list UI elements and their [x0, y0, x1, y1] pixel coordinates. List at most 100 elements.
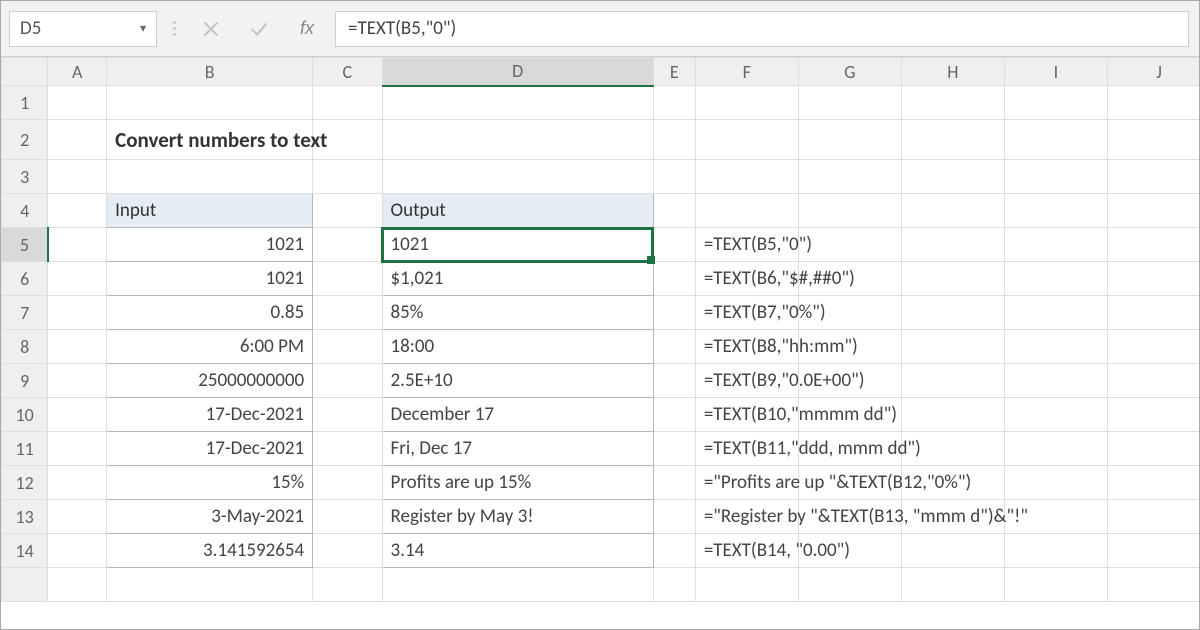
- cell[interactable]: [48, 86, 107, 120]
- cell[interactable]: 6:00 PM: [107, 330, 313, 364]
- col-header[interactable]: G: [798, 58, 901, 86]
- cell[interactable]: [1107, 568, 1199, 602]
- row-header[interactable]: 9: [2, 364, 48, 398]
- name-box[interactable]: D5 ▾: [9, 11, 157, 47]
- cell[interactable]: 2.5E+10: [382, 364, 653, 398]
- cell[interactable]: =TEXT(B9,"0.0E+00"): [695, 364, 798, 398]
- cell[interactable]: [653, 160, 695, 194]
- cell[interactable]: [313, 568, 382, 602]
- cell[interactable]: [382, 160, 653, 194]
- cell[interactable]: =TEXT(B14, "0.00"): [695, 534, 798, 568]
- cell[interactable]: [901, 194, 1004, 228]
- cell[interactable]: [48, 432, 107, 466]
- cell[interactable]: [901, 568, 1004, 602]
- cell[interactable]: 15%: [107, 466, 313, 500]
- row-header[interactable]: 6: [2, 262, 48, 296]
- cell[interactable]: [313, 160, 382, 194]
- cell[interactable]: Convert numbers to text: [107, 120, 313, 160]
- cell[interactable]: 1021: [107, 262, 313, 296]
- cell[interactable]: [1107, 120, 1199, 160]
- cell[interactable]: 25000000000: [107, 364, 313, 398]
- col-header[interactable]: F: [695, 58, 798, 86]
- cell[interactable]: [313, 296, 382, 330]
- cell[interactable]: [107, 86, 313, 120]
- cell[interactable]: 17-Dec-2021: [107, 398, 313, 432]
- cell[interactable]: [653, 398, 695, 432]
- cell[interactable]: 3.14: [382, 534, 653, 568]
- cell[interactable]: Fri, Dec 17: [382, 432, 653, 466]
- cell[interactable]: [653, 534, 695, 568]
- cell[interactable]: [48, 534, 107, 568]
- cell[interactable]: 18:00: [382, 330, 653, 364]
- cell[interactable]: [107, 568, 313, 602]
- cell[interactable]: [653, 330, 695, 364]
- cell[interactable]: [1107, 160, 1199, 194]
- row-header[interactable]: [2, 568, 48, 602]
- row-header[interactable]: 8: [2, 330, 48, 364]
- cell[interactable]: [1004, 568, 1107, 602]
- cell[interactable]: [653, 364, 695, 398]
- cell[interactable]: [313, 534, 382, 568]
- formula-input[interactable]: =TEXT(B5,"0"): [335, 11, 1189, 47]
- cell[interactable]: [313, 86, 382, 120]
- cell[interactable]: [798, 194, 901, 228]
- cell[interactable]: [313, 466, 382, 500]
- row-header[interactable]: 4: [2, 194, 48, 228]
- cell[interactable]: [48, 194, 107, 228]
- col-header[interactable]: J: [1107, 58, 1199, 86]
- col-header[interactable]: A: [48, 58, 107, 86]
- cell[interactable]: [653, 194, 695, 228]
- cell[interactable]: [901, 86, 1004, 120]
- row-header[interactable]: 1: [2, 86, 48, 120]
- cell[interactable]: =TEXT(B11,"ddd, mmm dd"): [695, 432, 798, 466]
- cell[interactable]: [695, 86, 798, 120]
- row-header[interactable]: 11: [2, 432, 48, 466]
- cell[interactable]: Register by May 3!: [382, 500, 653, 534]
- cell[interactable]: [48, 568, 107, 602]
- cell[interactable]: ="Profits are up "&TEXT(B12,"0%"): [695, 466, 798, 500]
- cell[interactable]: [313, 398, 382, 432]
- cell[interactable]: [48, 466, 107, 500]
- cell[interactable]: [653, 120, 695, 160]
- cell[interactable]: [653, 228, 695, 262]
- cell[interactable]: [48, 296, 107, 330]
- cell[interactable]: [798, 568, 901, 602]
- cell[interactable]: [798, 86, 901, 120]
- cell[interactable]: Output: [382, 194, 653, 228]
- cell[interactable]: [313, 432, 382, 466]
- cell[interactable]: =TEXT(B5,"0"): [695, 228, 798, 262]
- cell[interactable]: 3-May-2021: [107, 500, 313, 534]
- cell[interactable]: [695, 160, 798, 194]
- cell[interactable]: $1,021: [382, 262, 653, 296]
- cell[interactable]: [1004, 120, 1107, 160]
- cell[interactable]: [695, 120, 798, 160]
- col-header[interactable]: B: [107, 58, 313, 86]
- row-header[interactable]: 2: [2, 120, 48, 160]
- row-header[interactable]: 12: [2, 466, 48, 500]
- cell[interactable]: Input: [107, 194, 313, 228]
- select-all-corner[interactable]: [2, 58, 48, 86]
- cell[interactable]: 17-Dec-2021: [107, 432, 313, 466]
- cell[interactable]: =TEXT(B6,"$#,##0"): [695, 262, 798, 296]
- cell[interactable]: 0.85: [107, 296, 313, 330]
- cell[interactable]: =TEXT(B8,"hh:mm"): [695, 330, 798, 364]
- cell[interactable]: [695, 568, 798, 602]
- cell[interactable]: [1004, 86, 1107, 120]
- cell[interactable]: [48, 262, 107, 296]
- cell[interactable]: [653, 432, 695, 466]
- cell[interactable]: 85%: [382, 296, 653, 330]
- cell[interactable]: [382, 86, 653, 120]
- cancel-button[interactable]: [191, 11, 231, 47]
- cell[interactable]: [653, 262, 695, 296]
- cell[interactable]: [653, 466, 695, 500]
- cell[interactable]: 3.141592654: [107, 534, 313, 568]
- cell[interactable]: [382, 568, 653, 602]
- row-header[interactable]: 14: [2, 534, 48, 568]
- cell[interactable]: [313, 194, 382, 228]
- cell[interactable]: [653, 296, 695, 330]
- row-header[interactable]: 3: [2, 160, 48, 194]
- row-header[interactable]: 5: [2, 228, 48, 262]
- cell[interactable]: =TEXT(B10,"mmmm dd"): [695, 398, 798, 432]
- cell[interactable]: [1004, 160, 1107, 194]
- chevron-down-icon[interactable]: ▾: [140, 21, 146, 36]
